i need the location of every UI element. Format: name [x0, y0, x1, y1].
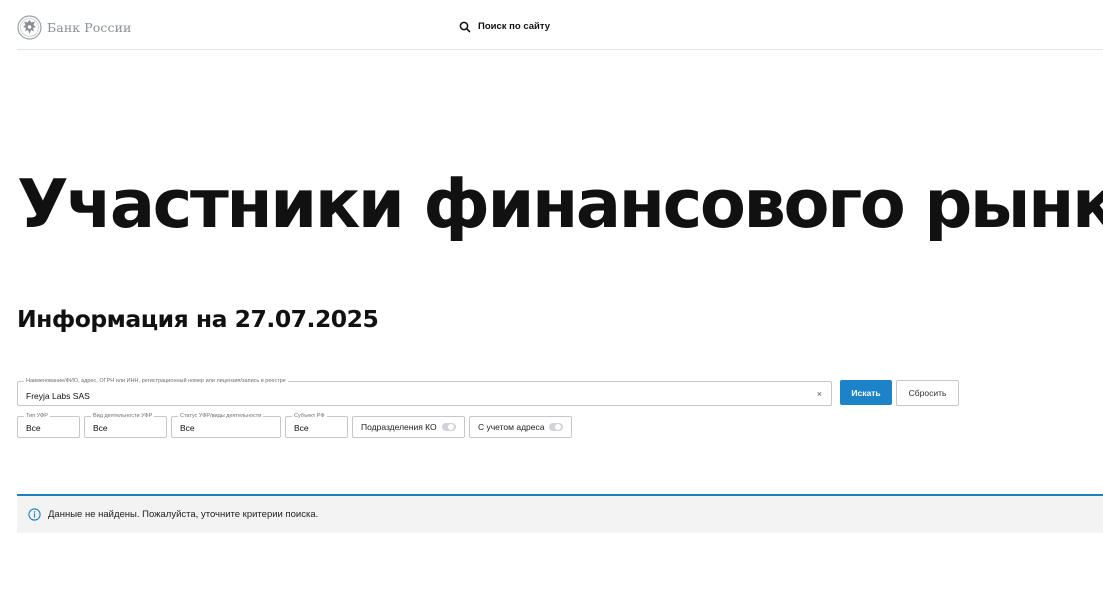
notice-text: Данные не найдены. Пожалуйста, уточните … [48, 509, 319, 520]
site-search-label: Поиск по сайту [478, 20, 551, 32]
bank-of-russia-emblem-icon [17, 14, 42, 40]
address-toggle[interactable]: С учетом адреса [469, 416, 572, 438]
info-date-heading: Информация на 27.07.2025 [17, 305, 379, 333]
filter-type-value: Все [26, 423, 41, 433]
address-switch[interactable] [549, 423, 563, 431]
search-icon [459, 20, 471, 33]
branches-toggle-label: Подразделения КО [361, 422, 437, 432]
filter-activity-value: Все [93, 423, 108, 433]
header-divider [17, 49, 1103, 50]
branches-toggle[interactable]: Подразделения КО [352, 416, 465, 438]
filter-activity-select[interactable]: Вид деятельности УФР Все [84, 412, 167, 438]
clear-search-icon[interactable]: × [817, 388, 822, 400]
filter-activity-legend: Вид деятельности УФР [91, 412, 155, 420]
search-button[interactable]: Искать [840, 380, 892, 405]
filter-type-legend: Тип УФР [24, 412, 50, 420]
filter-status-value: Все [180, 423, 195, 433]
branches-switch[interactable] [442, 423, 456, 431]
no-results-notice: Данные не найдены. Пожалуйста, уточните … [17, 494, 1103, 533]
filter-status-legend: Статус УФР/виды деятельности [178, 412, 264, 420]
site-header: Банк России Поиск по сайту [0, 0, 1103, 50]
filter-region-legend: Субъект РФ [292, 412, 327, 420]
address-toggle-label: С учетом адреса [478, 422, 545, 432]
logo-text: Банк России [47, 19, 132, 35]
search-input-value: Freyja Labs SAS [26, 391, 90, 401]
search-input-legend: Наименование/ФИО, адрес, ОГРН или ИНН, р… [24, 377, 288, 385]
info-icon [28, 508, 41, 521]
site-search-button[interactable]: Поиск по сайту [459, 20, 551, 33]
bank-logo-link[interactable]: Банк России [17, 14, 131, 40]
filter-type-select[interactable]: Тип УФР Все [17, 412, 80, 438]
participant-search-input[interactable]: Наименование/ФИО, адрес, ОГРН или ИНН, р… [17, 377, 832, 406]
reset-button[interactable]: Сбросить [896, 380, 959, 406]
filter-region-select[interactable]: Субъект РФ Все [285, 412, 348, 438]
page-title: Участники финансового рынка [17, 165, 1103, 243]
switch-knob [448, 424, 454, 430]
filter-region-value: Все [294, 423, 309, 433]
switch-knob [555, 424, 561, 430]
filter-status-select[interactable]: Статус УФР/виды деятельности Все [171, 412, 281, 438]
